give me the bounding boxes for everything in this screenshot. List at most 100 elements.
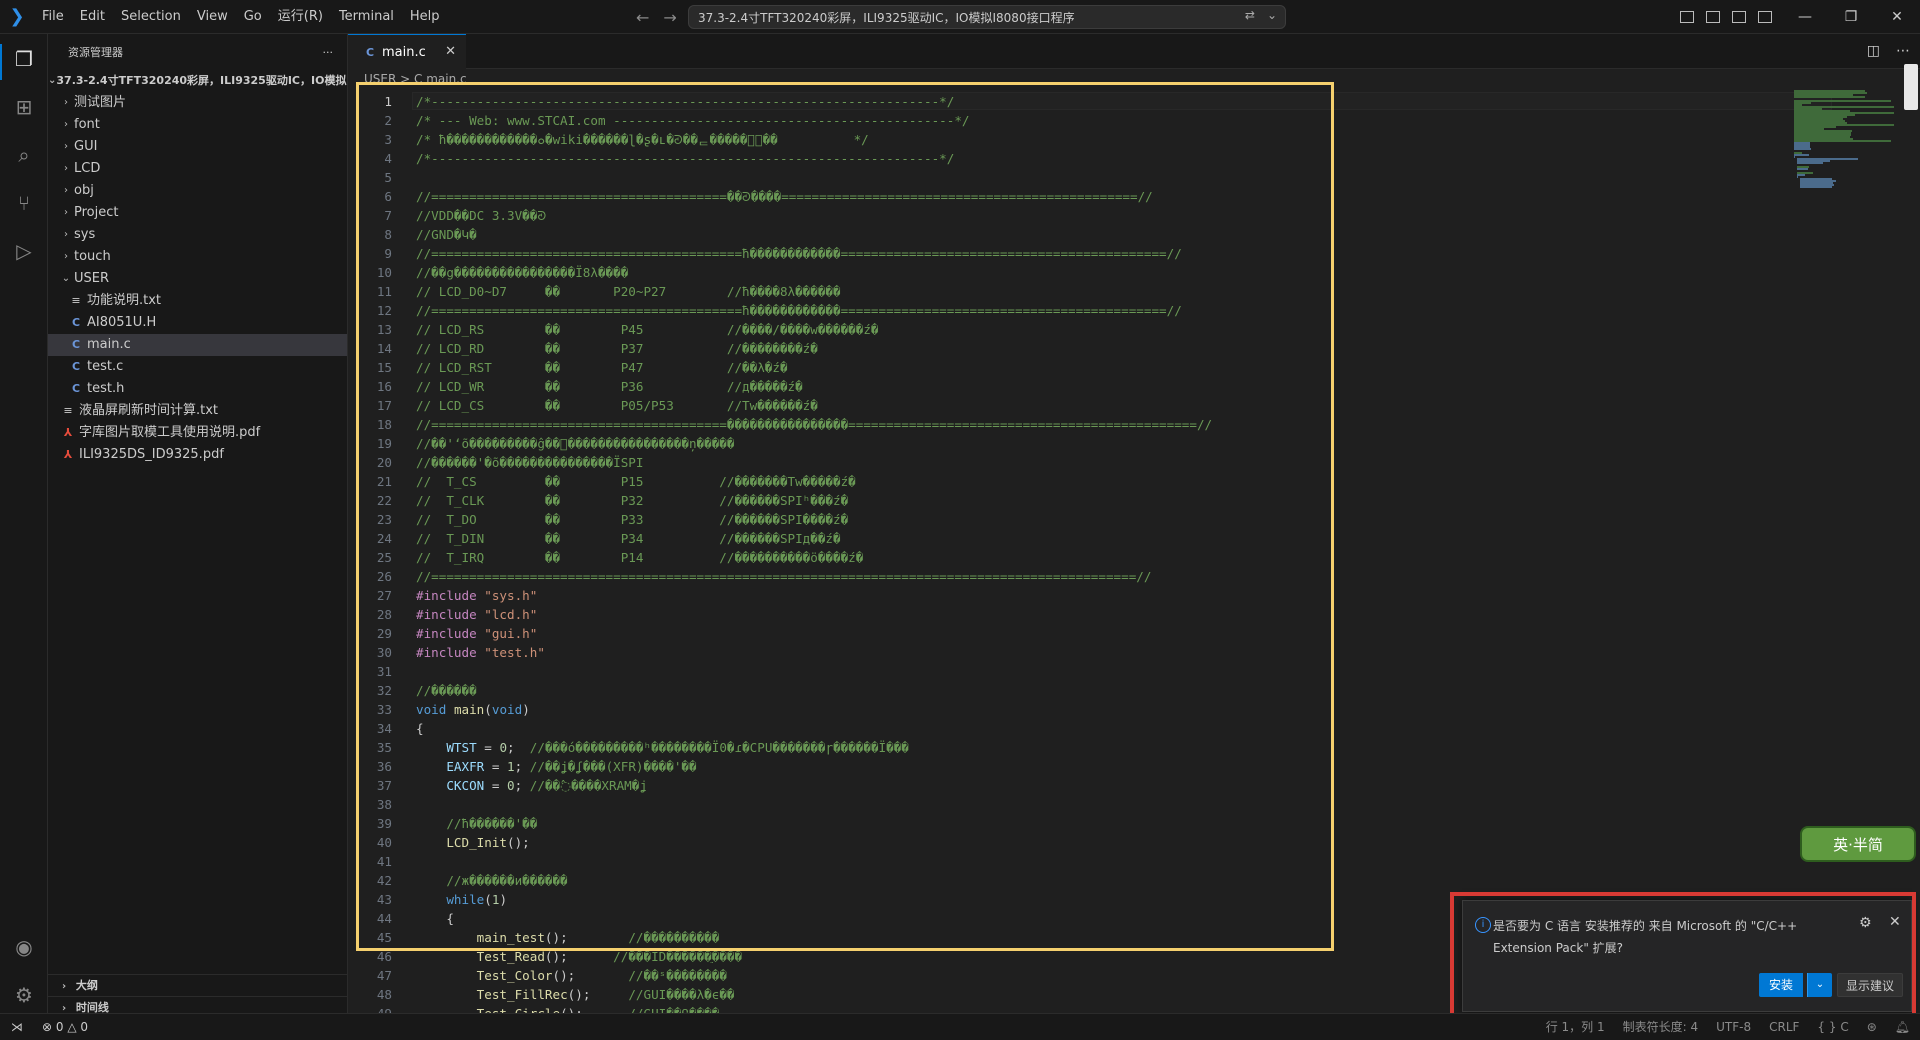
code-line[interactable]: 23 // T_DO �� P33 //������SPI����ź� <box>348 510 848 529</box>
code-line[interactable]: 38 <box>348 795 392 814</box>
split-editor-icon[interactable]: ◫ <box>1867 43 1880 59</box>
tree-folder[interactable]: › GUI <box>48 136 347 158</box>
code-line[interactable]: 24 // T_DIN �� P34 //������SPIд��ź� <box>348 529 841 548</box>
menu-help[interactable]: Help <box>402 0 448 34</box>
tree-folder[interactable]: › font <box>48 114 347 136</box>
tree-folder[interactable]: › 测试图片 <box>48 92 347 114</box>
tree-root-folder[interactable]: ⌄ 37.3-2.4寸TFT320240彩屏，ILI9325驱动IC，IO模拟I… <box>48 70 347 92</box>
line-ending[interactable]: CRLF <box>1769 1014 1799 1040</box>
code-line[interactable]: 32 //������ <box>348 681 477 700</box>
close-window-icon[interactable]: ✕ <box>1874 9 1920 25</box>
tree-file[interactable]: ⅄ ILI9325DS_ID9325.pdf <box>48 444 347 466</box>
code-line[interactable]: 15 // LCD_RST �� P47 //��λ�ź� <box>348 358 788 377</box>
code-line[interactable]: 14 // LCD_RD �� P37 //��������ź� <box>348 339 818 358</box>
tree-folder-user[interactable]: ⌄ USER <box>48 268 347 290</box>
customize-layout-icon[interactable] <box>1680 11 1694 23</box>
close-icon[interactable]: ✕ <box>1889 914 1901 930</box>
menu-terminal[interactable]: Terminal <box>331 0 402 34</box>
code-line[interactable]: 29 #include "gui.h" <box>348 624 538 643</box>
code-line[interactable]: 12 //====================================… <box>348 301 1182 320</box>
more-actions-icon[interactable]: ··· <box>323 46 334 59</box>
copilot-icon[interactable]: ⇄ <box>1245 8 1255 22</box>
code-line[interactable]: 13 // LCD_RS �� P45 //����/����w������ź� <box>348 320 879 339</box>
indentation[interactable]: 制表符长度: 4 <box>1623 1014 1699 1040</box>
code-line[interactable]: 27 #include "sys.h" <box>348 586 538 605</box>
code-line[interactable]: 28 #include "lcd.h" <box>348 605 538 624</box>
run-debug-icon[interactable]: ▷ <box>11 238 37 264</box>
ime-sticker[interactable]: 英·半简 <box>1800 826 1916 862</box>
code-line[interactable]: 42 //ж������и������ <box>348 871 568 890</box>
code-line[interactable]: 21 // T_CS �� P15 //�������Tw�����ź� <box>348 472 856 491</box>
install-button[interactable]: 安装 <box>1759 973 1804 997</box>
code-line[interactable]: 8 //GND�Կ� <box>348 225 476 244</box>
outline-section[interactable]: › 大纲 <box>48 974 347 996</box>
breadcrumb[interactable]: USER > C main.c <box>364 72 467 86</box>
chevron-down-icon[interactable]: ⌄ <box>1267 8 1277 22</box>
code-line[interactable]: 1 /*-------------------------------------… <box>348 92 954 111</box>
code-line[interactable]: 11 // LCD_D0~D7 �� P20~P27 //ħ����8λ�����… <box>348 282 841 301</box>
code-line[interactable]: 22 // T_CLK �� P32 //������SPIʰ���ź� <box>348 491 848 510</box>
code-line[interactable]: 36 EAXFR = 1; //��ʝ�ʆ���(XFR)����'�� <box>348 757 697 776</box>
code-line[interactable]: 47 Test_Color(); //��ˢ�������� <box>348 966 727 985</box>
account-icon[interactable]: ◉ <box>11 934 37 960</box>
tree-folder[interactable]: › touch <box>48 246 347 268</box>
search-icon[interactable]: ⌕ <box>11 142 37 168</box>
more-actions-icon[interactable]: ⋯ <box>1896 43 1910 59</box>
toggle-panel-icon[interactable] <box>1732 11 1746 23</box>
code-line[interactable]: 35 WTST = 0; //���ó���������ʰ��������Ï0�… <box>348 738 909 757</box>
scrollbar-thumb[interactable] <box>1904 64 1918 110</box>
extensions-icon[interactable]: ⊞ <box>11 94 37 120</box>
explorer-icon[interactable]: ❐ <box>11 46 37 72</box>
menu-edit[interactable]: Edit <box>72 0 113 34</box>
encoding[interactable]: UTF-8 <box>1716 1014 1751 1040</box>
code-line[interactable]: 9 //=====================================… <box>348 244 1181 263</box>
code-line[interactable]: 41 <box>348 852 392 871</box>
forward-arrow-icon[interactable]: → <box>663 8 676 27</box>
notifications-bell-icon[interactable]: 🔔︎ <box>1895 1014 1910 1040</box>
tree-folder[interactable]: › Project <box>48 202 347 224</box>
settings-gear-icon[interactable]: ⚙ <box>11 982 37 1008</box>
code-line[interactable]: 25 // T_IRQ �� P14 //����������ö����ź� <box>348 548 864 567</box>
copilot-status-icon[interactable]: ⊛ <box>1867 1014 1877 1040</box>
code-line[interactable]: 20 //������'�õ���������������ÏSPI <box>348 453 644 472</box>
code-line[interactable]: 39 //ħ������'�� <box>348 814 538 833</box>
code-line[interactable]: 4 /*-------------------------------------… <box>348 149 954 168</box>
code-line[interactable]: 30 #include "test.h" <box>348 643 545 662</box>
menu-view[interactable]: View <box>189 0 236 34</box>
menu-run[interactable]: 运行(R) <box>270 0 331 34</box>
close-icon[interactable]: ✕ <box>445 44 456 59</box>
code-line[interactable]: 43 while(1) <box>348 890 507 909</box>
menu-go[interactable]: Go <box>236 0 270 34</box>
install-dropdown-chevron-icon[interactable]: ⌄ <box>1807 973 1832 997</box>
code-line[interactable]: 19 //��'ʻõ���������ĝ��᷌����������������ņ�… <box>348 434 735 453</box>
tree-file[interactable]: C test.c <box>48 356 347 378</box>
code-line[interactable]: 3 /* ħ������������๐�wiki������ɭ�ʂ�ʟ�ᘑ��ᆮ�… <box>348 130 868 149</box>
source-control-icon[interactable]: ⑂ <box>11 190 37 216</box>
code-line[interactable]: 2 /* --- Web: www.STCAI.com -------------… <box>348 111 969 130</box>
code-line[interactable]: 7 //VDD��DC 3.3V��ᘑ <box>348 206 546 225</box>
tab-main-c[interactable]: C main.c ✕ <box>348 34 466 69</box>
show-recommendations-button[interactable]: 显示建议 <box>1837 973 1904 997</box>
tree-file[interactable]: ≡ 液晶屏刷新时间计算.txt <box>48 400 347 422</box>
gear-icon[interactable]: ⚙ <box>1859 915 1872 931</box>
remote-icon[interactable]: ⋊ <box>0 1014 34 1040</box>
language-mode[interactable]: { } C <box>1817 1014 1848 1040</box>
code-line[interactable]: 49 Test_Circle(); //GUI��Բ���� <box>348 1004 720 1013</box>
code-line[interactable]: 40 LCD_Init(); <box>348 833 530 852</box>
tree-file[interactable]: C AI8051U.H <box>48 312 347 334</box>
code-line[interactable]: 26 //====================================… <box>348 567 1152 586</box>
minimize-icon[interactable]: — <box>1782 9 1828 25</box>
code-line[interactable]: 16 // LCD_WR �� P36 //д�����ź� <box>348 377 803 396</box>
toggle-sidebar-icon[interactable] <box>1706 11 1720 23</box>
code-line[interactable]: 6 //=====================================… <box>348 187 1152 206</box>
tree-file[interactable]: ≡ 功能说明.txt <box>48 290 347 312</box>
code-editor[interactable]: 1 /*-------------------------------------… <box>348 90 1920 1013</box>
code-line[interactable]: 5 <box>348 168 392 187</box>
code-line[interactable]: 34 { <box>348 719 424 738</box>
tree-file[interactable]: C test.h <box>48 378 347 400</box>
menu-file[interactable]: File <box>34 0 72 34</box>
code-line[interactable]: 33 void main(void) <box>348 700 530 719</box>
tree-folder[interactable]: › obj <box>48 180 347 202</box>
code-line[interactable]: 37 CKCON = 0; //��߮����XRAM�ʝ <box>348 776 647 795</box>
minimap[interactable] <box>1794 90 1904 200</box>
